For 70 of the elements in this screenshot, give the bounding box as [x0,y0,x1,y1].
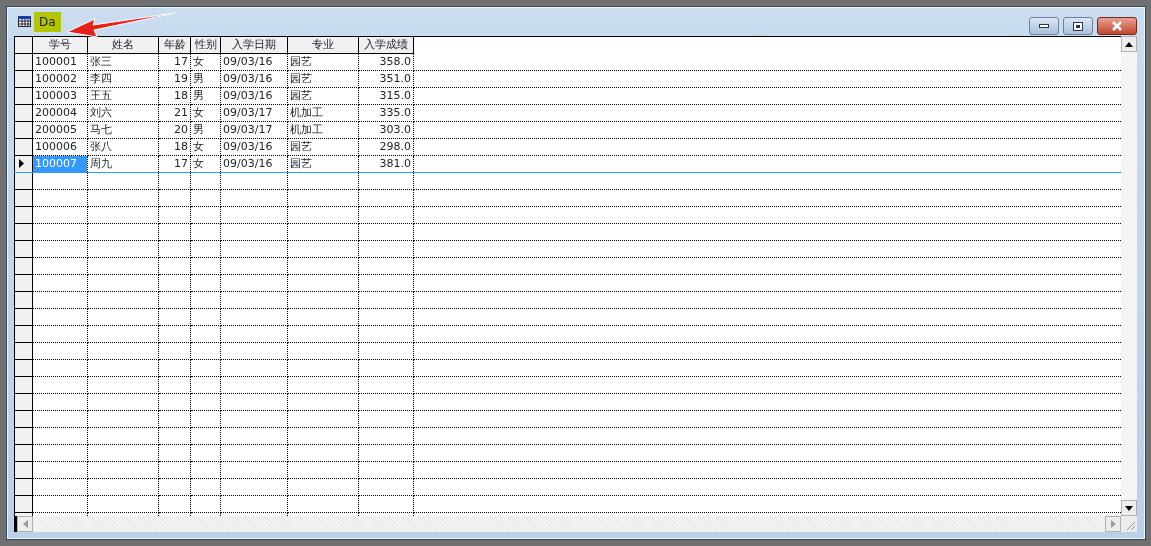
current-row-icon [19,159,24,168]
scroll-up-button[interactable] [1121,36,1137,52]
table-cell[interactable]: 李四 [87,70,159,87]
table-cell[interactable]: 张三 [87,53,159,70]
maximize-button[interactable] [1063,17,1093,35]
table-cell[interactable]: 园艺 [287,155,359,172]
table-cell[interactable]: 200005 [32,121,88,138]
table-cell[interactable]: 381.0 [358,155,414,172]
table-cell[interactable]: 100003 [32,87,88,104]
table-cell[interactable]: 男 [190,121,221,138]
column-header[interactable]: 性别 [190,37,221,53]
table-cell[interactable]: 园艺 [287,138,359,155]
table-cell[interactable]: 机加工 [287,121,359,138]
table-cell[interactable]: 09/03/16 [220,155,288,172]
table-cell[interactable]: 100001 [32,53,88,70]
table-cell[interactable]: 男 [190,87,221,104]
table-cell[interactable]: 女 [190,155,221,172]
table-cell[interactable]: 09/03/16 [220,70,288,87]
table-cell[interactable]: 女 [190,53,221,70]
close-button[interactable] [1097,17,1137,35]
close-icon [1111,21,1123,31]
table-cell[interactable]: 351.0 [358,70,414,87]
minimize-icon [1039,24,1049,28]
table-cell[interactable]: 园艺 [287,87,359,104]
table-cell[interactable]: 马七 [87,121,159,138]
column-header[interactable]: 年龄 [158,37,191,53]
table-cell[interactable]: 20 [158,121,191,138]
table-cell[interactable]: 303.0 [358,121,414,138]
table-icon [18,16,31,27]
table-cell[interactable]: 18 [158,87,191,104]
table-cell[interactable]: 18 [158,138,191,155]
table-cell[interactable]: 17 [158,53,191,70]
down-arrow-icon [1125,505,1133,511]
column-header[interactable]: 学号 [32,37,88,53]
table-cell[interactable]: 张八 [87,138,159,155]
table-cell[interactable]: 100002 [32,70,88,87]
column-header[interactable]: 入学成绩 [358,37,414,53]
table-cell[interactable]: 21 [158,104,191,121]
maximize-icon [1073,21,1083,31]
table-cell[interactable]: 园艺 [287,70,359,87]
table-cell[interactable]: 335.0 [358,104,414,121]
table-cell[interactable]: 男 [190,70,221,87]
table-cell[interactable]: 17 [158,155,191,172]
up-arrow-icon [1125,41,1133,47]
table-cell[interactable]: 298.0 [358,138,414,155]
table-cell[interactable]: 王五 [87,87,159,104]
table-cell[interactable]: 358.0 [358,53,414,70]
table-cell[interactable]: 女 [190,104,221,121]
table-cell[interactable]: 09/03/16 [220,87,288,104]
table-cell[interactable]: 周九 [87,155,159,172]
column-header[interactable]: 入学日期 [220,37,288,53]
table-cell[interactable]: 200004 [32,104,88,121]
minimize-button[interactable] [1029,17,1059,35]
window-title: Da [34,11,61,32]
table-cell[interactable]: 09/03/16 [220,53,288,70]
table-cell[interactable]: 机加工 [287,104,359,121]
table-cell[interactable]: 100006 [32,138,88,155]
scroll-down-button[interactable] [1121,500,1137,516]
table-cell[interactable]: 09/03/17 [220,104,288,121]
table-cell[interactable]: 19 [158,70,191,87]
column-header[interactable]: 专业 [287,37,359,53]
left-arrow-icon [22,520,28,528]
table-cell[interactable]: 刘六 [87,104,159,121]
table-cell[interactable]: 09/03/17 [220,121,288,138]
column-header[interactable]: 姓名 [87,37,159,53]
right-arrow-icon [1110,520,1116,528]
table-cell[interactable]: 315.0 [358,87,414,104]
table-cell[interactable]: 园艺 [287,53,359,70]
table-cell[interactable]: 09/03/16 [220,138,288,155]
table-cell[interactable]: 女 [190,138,221,155]
